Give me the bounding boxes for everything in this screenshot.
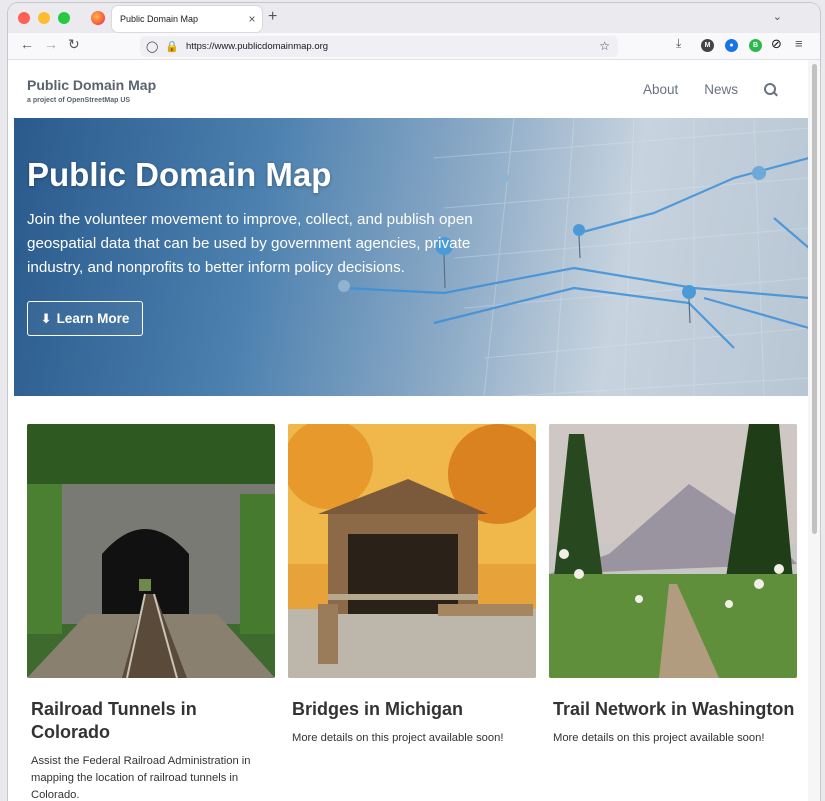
lock-icon[interactable]: 🔒	[165, 40, 179, 53]
tab-strip: Public Domain Map × + ⌄	[8, 3, 820, 33]
site-brand-subtitle: a project of OpenStreetMap US	[27, 97, 131, 104]
browser-tab[interactable]: Public Domain Map ×	[112, 6, 262, 32]
browser-window: Public Domain Map × + ⌄ ← → ↻ ◯ 🔒 https:…	[8, 3, 820, 801]
page-scrollbar[interactable]	[808, 60, 820, 801]
scrollbar-thumb[interactable]	[812, 64, 817, 534]
url-bar[interactable]: ◯ 🔒 https://www.publicdomainmap.org ☆	[140, 36, 618, 57]
new-tab-button[interactable]: +	[268, 8, 277, 26]
project-card-bridges[interactable]: Bridges in Michigan More details on this…	[288, 424, 536, 747]
menu-icon[interactable]: ≡	[795, 36, 803, 51]
close-window-button[interactable]	[18, 12, 30, 24]
block-icon[interactable]: ⊘	[771, 36, 782, 52]
web-page: Public Domain Map a project of OpenStree…	[8, 60, 808, 801]
site-brand-title[interactable]: Public Domain Map	[27, 77, 156, 93]
shield-icon[interactable]: ◯	[146, 40, 158, 53]
extension-green-icon[interactable]: B	[749, 39, 762, 52]
reload-icon[interactable]: ↻	[68, 36, 80, 53]
project-card-railroad[interactable]: Railroad Tunnels in Colorado Assist the …	[27, 424, 275, 801]
window-controls	[18, 12, 70, 24]
railroad-tunnel-image[interactable]	[27, 424, 275, 678]
project-cards: Railroad Tunnels in Colorado Assist the …	[27, 424, 797, 801]
card-title[interactable]: Railroad Tunnels in Colorado	[27, 698, 275, 744]
card-text: More details on this project available s…	[553, 732, 765, 744]
trail-network-image[interactable]	[549, 424, 797, 678]
nav-bar: ← → ↻ ◯ 🔒 https://www.publicdomainmap.or…	[8, 33, 820, 60]
maximize-window-button[interactable]	[58, 12, 70, 24]
back-arrow-icon[interactable]: ←	[20, 36, 34, 52]
learn-more-label: Learn More	[56, 311, 130, 326]
hero-title: Public Domain Map	[27, 156, 332, 193]
site-nav: About News	[643, 82, 778, 97]
download-icon: ⬇	[40, 310, 52, 326]
card-title[interactable]: Bridges in Michigan	[288, 698, 536, 721]
extension-account-icon[interactable]: ●	[725, 39, 738, 52]
url-text[interactable]: https://www.publicdomainmap.org	[186, 41, 328, 52]
tab-close-icon[interactable]: ×	[242, 12, 262, 26]
card-text: Assist the Federal Railroad Administrati…	[31, 755, 251, 801]
hero-banner: Public Domain Map Join the volunteer mov…	[14, 118, 808, 396]
project-card-trail[interactable]: Trail Network in Washington More details…	[549, 424, 797, 747]
nav-link-news[interactable]: News	[704, 82, 738, 97]
nav-link-about[interactable]: About	[643, 82, 678, 97]
firefox-icon	[91, 11, 105, 25]
bookmark-star-icon[interactable]: ☆	[599, 39, 610, 53]
covered-bridge-image[interactable]	[288, 424, 536, 678]
extension-m-icon[interactable]: M	[701, 39, 714, 52]
download-icon[interactable]: ⤓	[676, 36, 681, 51]
tab-title: Public Domain Map	[120, 14, 199, 24]
card-title[interactable]: Trail Network in Washington	[549, 698, 797, 721]
search-icon[interactable]	[764, 82, 778, 97]
minimize-window-button[interactable]	[38, 12, 50, 24]
tab-list-chevron-icon[interactable]: ⌄	[773, 10, 782, 23]
card-text: More details on this project available s…	[292, 732, 504, 744]
forward-arrow-icon[interactable]: →	[44, 36, 58, 52]
hero-description: Join the volunteer movement to improve, …	[27, 211, 473, 276]
site-header: Public Domain Map a project of OpenStree…	[8, 60, 808, 120]
learn-more-button[interactable]: ⬇ Learn More	[27, 301, 143, 336]
